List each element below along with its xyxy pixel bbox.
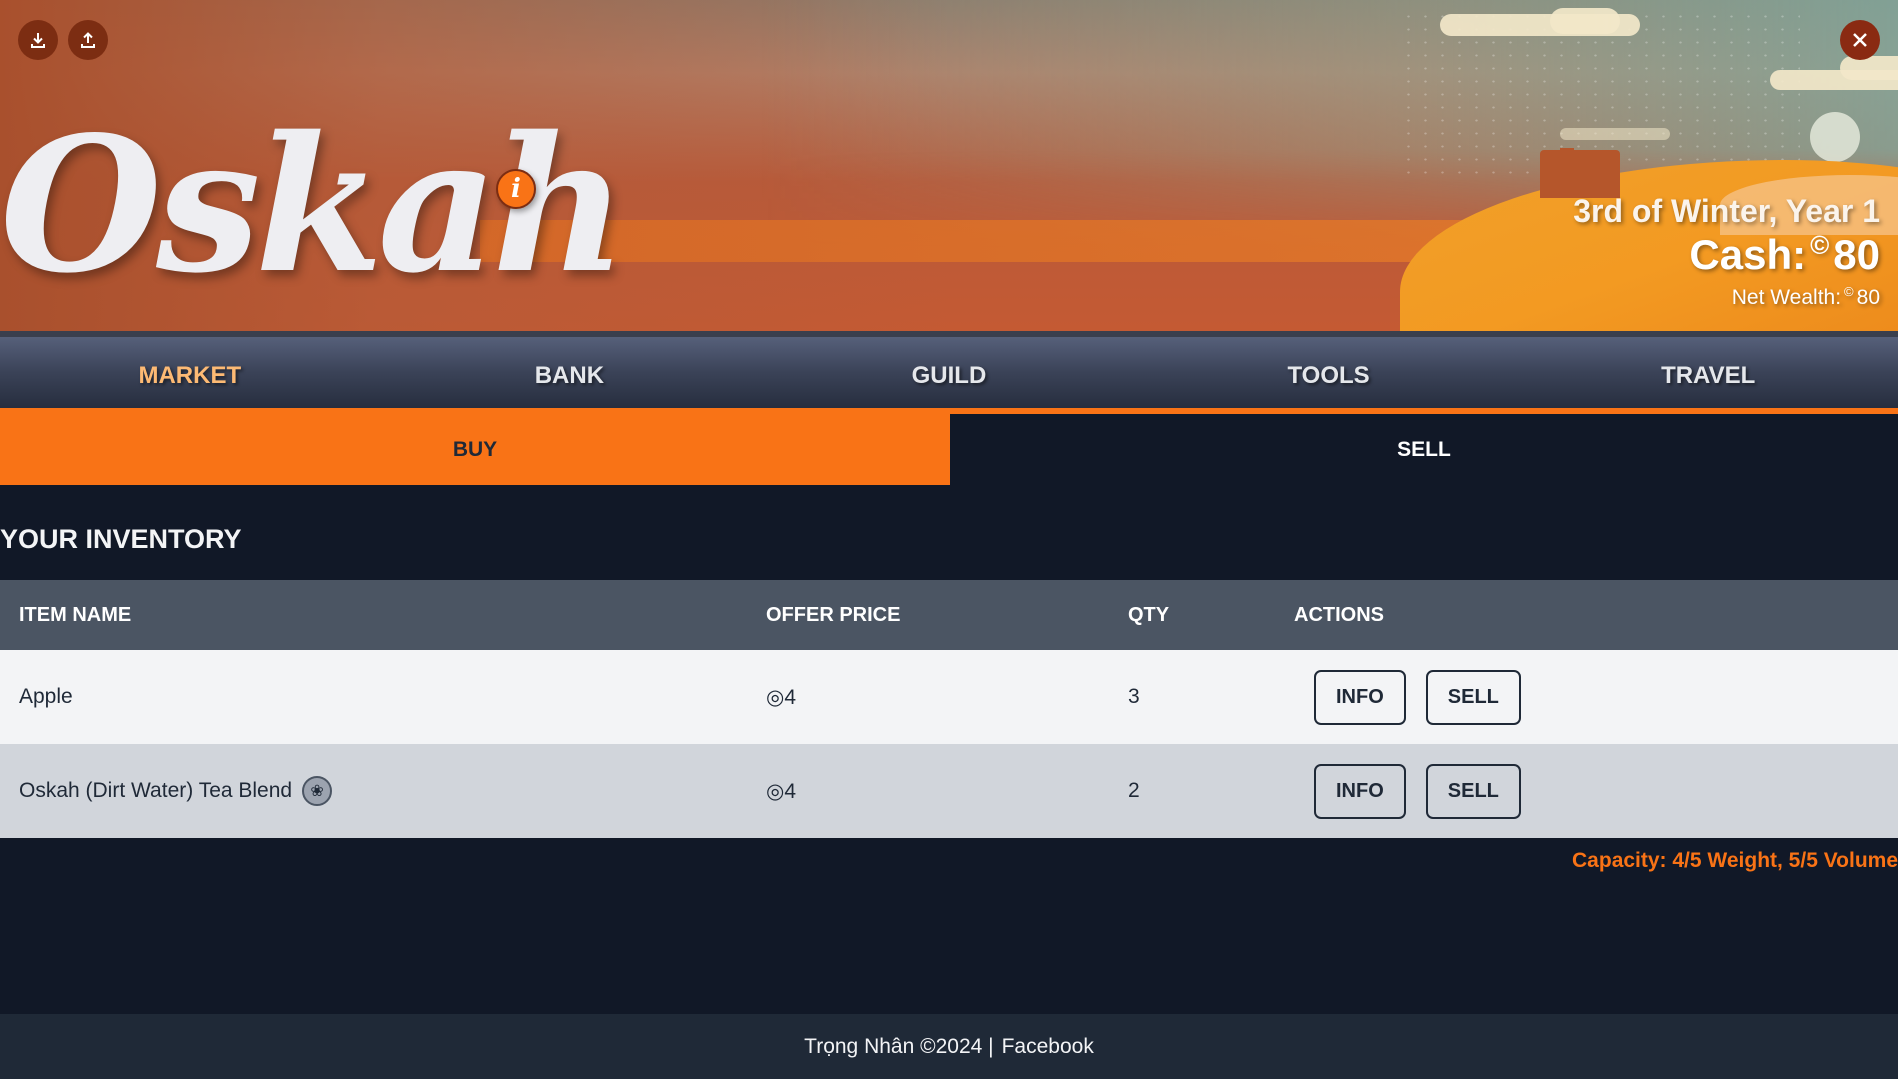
qty-cell: 3 <box>1128 685 1140 708</box>
footer-credit: Trọng Nhân ©2024 | <box>804 1034 994 1058</box>
info-button[interactable]: INFO <box>1314 669 1406 725</box>
offer-price-cell: ◎4 <box>766 685 797 709</box>
info-button[interactable]: INFO <box>1314 763 1406 819</box>
upload-button[interactable] <box>68 20 108 60</box>
market-subtabs: BUY SELL <box>0 414 1898 485</box>
close-button[interactable] <box>1840 20 1880 60</box>
inventory-table: ITEM NAME OFFER PRICE QTY ACTIONS Apple … <box>0 580 1898 838</box>
net-wealth-display: Net Wealth: © 80 <box>1573 284 1880 310</box>
ruins-tower <box>1560 148 1574 178</box>
net-wealth-value: 80 <box>1856 286 1880 310</box>
coin-icon-small: © <box>1844 284 1854 300</box>
cloud-5 <box>1560 128 1670 140</box>
inventory-title: YOUR INVENTORY <box>0 524 242 554</box>
info-icon[interactable]: i <box>496 169 536 209</box>
cash-value: 80 <box>1833 231 1880 279</box>
table-header: ITEM NAME OFFER PRICE QTY ACTIONS <box>0 580 1898 650</box>
footer: Trọng Nhân ©2024 | Facebook <box>0 1014 1898 1079</box>
item-name-cell: Oskah (Dirt Water) Tea Blend ❀ <box>0 776 747 806</box>
sun <box>1810 112 1860 162</box>
subtab-buy[interactable]: BUY <box>0 414 950 485</box>
column-header-item-name: ITEM NAME <box>19 603 132 626</box>
download-icon <box>31 33 45 48</box>
net-wealth-label: Net Wealth: <box>1731 286 1842 310</box>
app-logo: Oskah <box>0 95 627 314</box>
tab-market[interactable]: MARKET <box>0 337 380 414</box>
tab-tools[interactable]: TOOLS <box>1139 337 1519 414</box>
cash-display: Cash: ©80 <box>1573 231 1880 278</box>
download-button[interactable] <box>18 20 58 60</box>
close-icon <box>1853 33 1867 47</box>
tea-icon: ❀ <box>302 776 333 806</box>
item-name: Apple <box>19 685 73 708</box>
main-nav: MARKET BANK GUILD TOOLS TRAVEL <box>0 331 1898 414</box>
coin-icon: © <box>1810 230 1830 261</box>
player-stats: 3rd of Winter, Year 1 Cash: ©80 Net Wealt… <box>1573 193 1880 310</box>
cash-label: Cash: <box>1689 231 1807 279</box>
cloud-4 <box>1840 56 1898 80</box>
tab-bank[interactable]: BANK <box>380 337 760 414</box>
subtab-sell[interactable]: SELL <box>950 414 1898 485</box>
cloud-2 <box>1550 8 1620 34</box>
capacity-status: Capacity: 4/5 Weight, 5/5 Volume <box>1572 849 1898 872</box>
sell-button[interactable]: SELL <box>1425 669 1521 725</box>
sell-button[interactable]: SELL <box>1425 763 1521 819</box>
table-row: Apple ◎4 3 INFO SELL <box>0 650 1898 744</box>
ruins <box>1540 150 1620 198</box>
header-banner: Oskah i 3rd of Winter, Year 1 Cash: ©80 N… <box>0 0 1898 331</box>
item-name-cell: Apple <box>0 685 747 709</box>
tab-travel[interactable]: TRAVEL <box>1518 337 1898 414</box>
offer-price-cell: ◎4 <box>766 779 797 803</box>
tab-guild[interactable]: GUILD <box>759 337 1139 414</box>
game-date: 3rd of Winter, Year 1 <box>1573 193 1880 229</box>
table-row: Oskah (Dirt Water) Tea Blend ❀ ◎4 2 INFO… <box>0 744 1898 838</box>
item-name: Oskah (Dirt Water) Tea Blend <box>19 779 293 802</box>
actions-cell: INFO SELL <box>1275 669 1898 725</box>
column-header-offer-price: OFFER PRICE <box>766 603 901 626</box>
qty-cell: 2 <box>1128 779 1140 802</box>
actions-cell: INFO SELL <box>1275 763 1898 819</box>
column-header-qty: QTY <box>1128 603 1170 626</box>
facebook-link[interactable]: Facebook <box>1002 1035 1094 1059</box>
upload-icon <box>81 32 95 48</box>
column-header-actions: ACTIONS <box>1294 603 1384 626</box>
